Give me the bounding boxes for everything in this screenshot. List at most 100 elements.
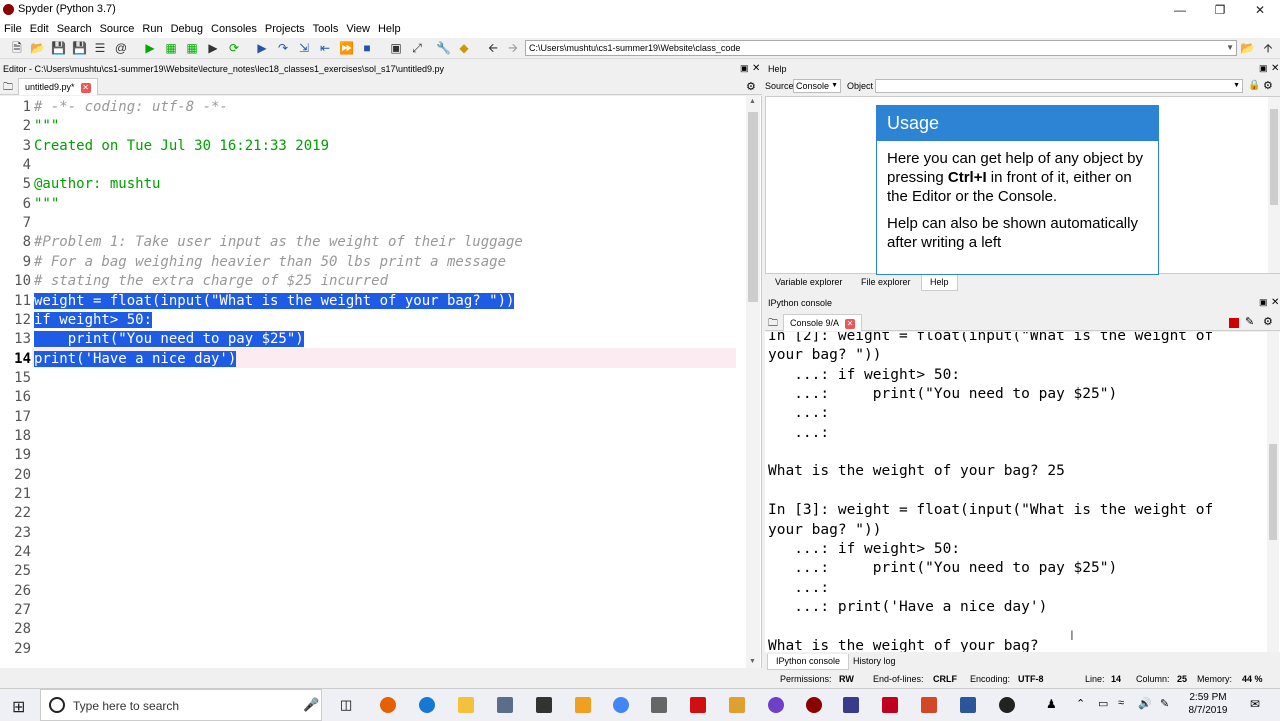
new-file-icon[interactable]: 🗎 xyxy=(10,41,24,55)
chevron-up-icon[interactable]: ⌃ xyxy=(1076,697,1085,710)
step-into-icon[interactable]: ⇲ xyxy=(297,41,311,55)
run-cell-advance-icon[interactable]: ▦ xyxy=(185,41,199,55)
run-icon[interactable]: ▶ xyxy=(143,41,157,55)
fullscreen-icon[interactable]: ⤢ xyxy=(410,41,424,55)
stop-debug-icon[interactable]: ■ xyxy=(360,41,374,55)
menu-run[interactable]: Run xyxy=(138,20,166,38)
tab-help[interactable]: Help xyxy=(921,275,958,291)
console-tab[interactable]: Console 9/A ✕ xyxy=(783,314,863,331)
menu-view[interactable]: View xyxy=(342,20,374,38)
gear-icon[interactable]: ⚙ xyxy=(1263,315,1273,328)
console-scrollbar-thumb[interactable] xyxy=(1269,444,1277,540)
close-console-icon[interactable]: ✕ xyxy=(1271,297,1279,308)
obs-icon[interactable] xyxy=(999,697,1015,713)
at-icon[interactable]: @ xyxy=(114,41,128,55)
close-button[interactable]: ✕ xyxy=(1240,0,1280,20)
menu-help[interactable]: Help xyxy=(374,20,405,38)
editor-tab[interactable]: untitled9.py* ✕ xyxy=(18,78,98,95)
task-view-icon[interactable]: ◫ xyxy=(340,697,352,713)
undock-help-icon[interactable]: ▣ xyxy=(1259,63,1268,74)
word-icon[interactable] xyxy=(960,697,976,713)
gear-icon[interactable]: ⚙ xyxy=(1263,78,1273,94)
browse-tabs-icon[interactable]: 🗀 xyxy=(768,316,778,333)
run-cell-icon[interactable]: ▦ xyxy=(164,41,178,55)
source-select[interactable]: Console ▼ xyxy=(793,79,841,93)
pen-icon[interactable] xyxy=(651,697,667,713)
menu-projects[interactable]: Projects xyxy=(261,20,309,38)
rerun-icon[interactable]: ⟳ xyxy=(227,41,241,55)
editor-scrollbar-thumb[interactable] xyxy=(748,112,758,302)
forward-icon[interactable]: 🡪 xyxy=(506,41,520,55)
github-icon[interactable] xyxy=(768,697,784,713)
browse-tabs-icon[interactable]: 🗀 xyxy=(3,80,13,97)
python-path-icon[interactable]: ◆ xyxy=(457,41,471,55)
taskbar-search-box[interactable]: Type here to search 🎤 xyxy=(40,689,322,721)
spyder-icon[interactable] xyxy=(806,697,822,713)
edge-icon[interactable] xyxy=(419,697,435,713)
undock-icon[interactable]: ▣ xyxy=(740,63,749,74)
preferences-icon[interactable]: 🔧 xyxy=(436,41,451,55)
notifications-icon[interactable]: ✉ xyxy=(1250,697,1260,711)
run-selection-icon[interactable]: ▶ xyxy=(206,41,220,55)
gear-icon[interactable]: ⚙ xyxy=(746,80,756,93)
pen-workspace-icon[interactable]: ✎ xyxy=(1160,697,1169,710)
app-icon[interactable] xyxy=(882,697,898,713)
menu-debug[interactable]: Debug xyxy=(167,20,207,38)
continue-icon[interactable]: ⏩ xyxy=(339,41,354,55)
maximize-pane-icon[interactable]: ▣ xyxy=(389,41,403,55)
save-icon[interactable]: 💾 xyxy=(51,41,66,55)
outline-icon[interactable]: ☰ xyxy=(93,41,107,55)
parent-folder-icon[interactable]: 🡩 xyxy=(1261,41,1275,55)
wifi-icon[interactable]: ≈ xyxy=(1118,697,1124,709)
scroll-up-icon[interactable]: ▲ xyxy=(749,98,756,105)
close-tab-icon[interactable]: ✕ xyxy=(845,319,856,329)
visual-studio-icon[interactable] xyxy=(843,697,859,713)
menu-source[interactable]: Source xyxy=(96,20,139,38)
store-icon[interactable] xyxy=(497,697,513,713)
ipython-console[interactable]: In [2]: weight = float(input("What is th… xyxy=(765,332,1280,652)
open-file-icon[interactable]: 📂 xyxy=(30,41,45,55)
lock-icon[interactable]: 🔒 xyxy=(1248,78,1260,94)
scroll-down-icon[interactable]: ▼ xyxy=(749,658,756,665)
maximize-button[interactable]: ❐ xyxy=(1200,0,1240,20)
close-tab-icon[interactable]: ✕ xyxy=(80,83,91,93)
sublime-icon[interactable] xyxy=(575,697,591,713)
firefox-icon[interactable] xyxy=(380,697,396,713)
git-icon[interactable] xyxy=(729,697,745,713)
back-icon[interactable]: 🡨 xyxy=(486,41,500,55)
step-return-icon[interactable]: ⇤ xyxy=(318,41,332,55)
code-editor[interactable]: 1 2 3 4 5 6 7 8 9 10 11 12 13 14 15 16 17 18 19 20 21 22 23 24 2… xyxy=(0,96,762,668)
chevron-down-icon[interactable]: ▼ xyxy=(1226,41,1234,55)
tab-history-log[interactable]: History log xyxy=(845,654,904,670)
clock[interactable]: 2:59 PM 8/7/2019 xyxy=(1185,691,1231,717)
volume-icon[interactable]: 🔊 xyxy=(1138,697,1152,710)
menu-file[interactable]: File xyxy=(0,20,26,38)
debug-icon[interactable]: ▶ xyxy=(255,41,269,55)
tab-ipython-console[interactable]: IPython console xyxy=(767,654,850,670)
tab-variable-explorer[interactable]: Variable explorer xyxy=(767,275,850,291)
microphone-icon[interactable]: 🎤 xyxy=(303,697,319,713)
menu-consoles[interactable]: Consoles xyxy=(207,20,261,38)
acrobat-icon[interactable] xyxy=(690,697,706,713)
menu-search[interactable]: Search xyxy=(53,20,96,38)
people-icon[interactable]: ♟ xyxy=(1046,697,1057,711)
undock-console-icon[interactable]: ▣ xyxy=(1259,297,1268,308)
eraser-icon[interactable]: ✎ xyxy=(1245,315,1254,328)
close-pane-icon[interactable]: ✕ xyxy=(752,63,760,74)
close-help-icon[interactable]: ✕ xyxy=(1271,63,1279,74)
menu-tools[interactable]: Tools xyxy=(309,20,343,38)
object-input[interactable]: ▼ xyxy=(875,79,1243,93)
stop-kernel-icon[interactable] xyxy=(1229,318,1239,328)
menu-edit[interactable]: Edit xyxy=(26,20,53,38)
chrome-icon[interactable] xyxy=(613,697,629,713)
mail-icon[interactable] xyxy=(536,697,552,713)
battery-icon[interactable]: ▭ xyxy=(1098,697,1108,710)
step-icon[interactable]: ↷ xyxy=(276,41,290,55)
tab-file-explorer[interactable]: File explorer xyxy=(853,275,919,291)
windows-start-icon[interactable]: ⊞ xyxy=(12,697,25,717)
browse-folder-icon[interactable]: 📂 xyxy=(1240,41,1255,55)
working-directory-input[interactable]: C:\Users\mushtu\cs1-summer19\Website\cla… xyxy=(525,40,1237,56)
minimize-button[interactable]: — xyxy=(1160,0,1200,20)
help-scrollbar-thumb[interactable] xyxy=(1270,109,1278,205)
save-all-icon[interactable]: 💾 xyxy=(72,41,87,55)
